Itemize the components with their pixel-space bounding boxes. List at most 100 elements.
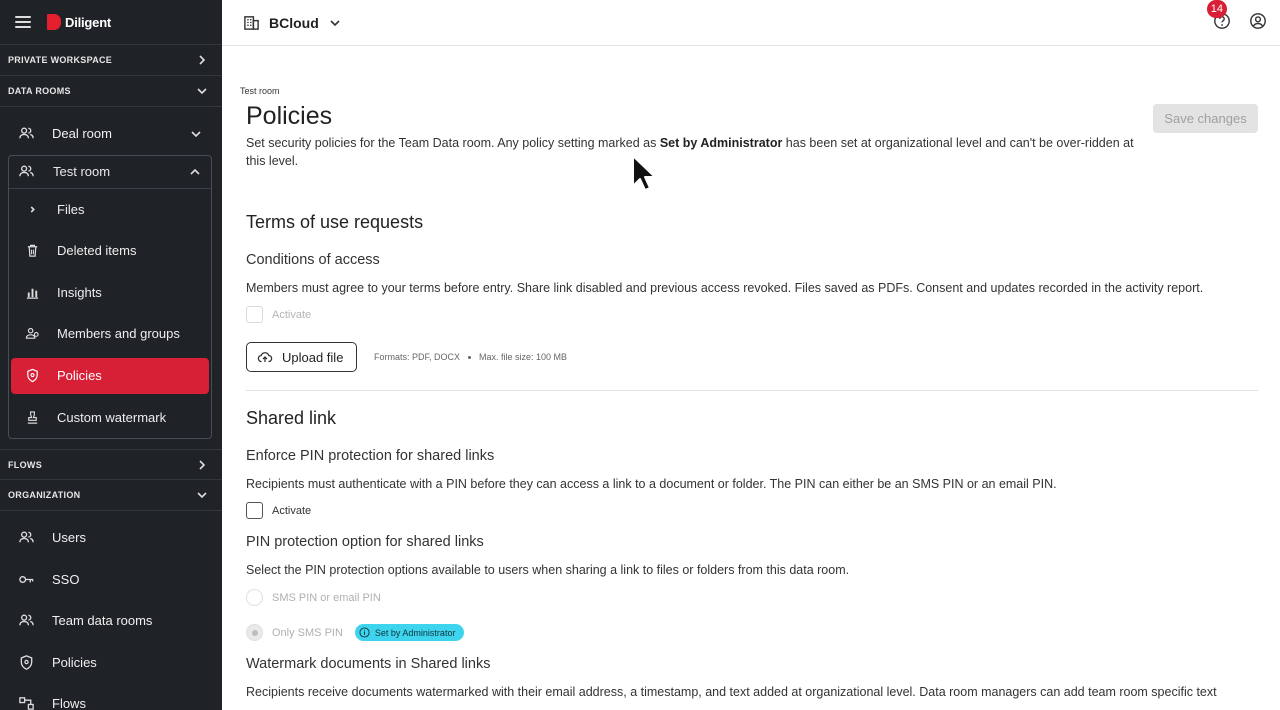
top-bar: BCloud 14: [222, 0, 1280, 46]
stamp-icon: [24, 409, 40, 425]
sidebar-item-label: Insights: [57, 284, 102, 300]
checkbox-box: [246, 306, 263, 323]
members-icon: [24, 326, 40, 342]
top-actions: 14: [1206, 0, 1267, 30]
sidebar-item-team-data-rooms[interactable]: Team data rooms: [0, 600, 222, 642]
sidebar-item-custom-watermark[interactable]: Custom watermark: [9, 397, 211, 439]
sidebar-item-label: Deleted items: [57, 243, 137, 259]
radio-sms-or-email[interactable]: SMS PIN or email PIN: [246, 589, 381, 606]
radio-label: Only SMS PIN: [272, 626, 343, 639]
logo[interactable]: Diligent: [47, 14, 111, 30]
section-data-rooms[interactable]: DATA ROOMS: [0, 76, 222, 107]
formats-text: Formats: PDF, DOCX: [374, 352, 461, 362]
sidebar-item-users[interactable]: Users: [0, 517, 222, 559]
chevron-down-icon: [197, 88, 207, 95]
sidebar-item-label: Policies: [57, 368, 102, 383]
pin-activate-checkbox[interactable]: Activate: [246, 502, 311, 519]
chevron-down-icon: [191, 131, 201, 137]
radio-label: SMS PIN or email PIN: [272, 591, 381, 604]
sidebar-item-flows[interactable]: Flows: [0, 683, 222, 710]
account-button[interactable]: [1249, 12, 1267, 30]
page-description: Set security policies for the Team Data …: [246, 134, 1146, 170]
sidebar-item-label: Custom watermark: [57, 409, 167, 425]
sidebar-item-insights[interactable]: Insights: [9, 272, 211, 314]
sidebar-item-sso[interactable]: SSO: [0, 559, 222, 601]
page-title: Policies: [246, 102, 333, 130]
enforce-pin-description: Recipients must authenticate with a PIN …: [246, 477, 1057, 491]
info-icon: [359, 627, 370, 638]
sidebar-item-label: Deal room: [52, 126, 112, 142]
chevron-right-icon: [199, 55, 206, 65]
chevron-down-icon: [197, 492, 207, 499]
file-requirements: Formats: PDF, DOCX Max. file size: 100 M…: [374, 352, 567, 362]
sidebar-item-files[interactable]: Files: [9, 189, 211, 231]
sidebar-header: Diligent: [0, 0, 222, 45]
save-changes-button[interactable]: Save changes: [1153, 104, 1258, 133]
sidebar-item-label: Flows: [52, 696, 86, 710]
badge-label: Set by Administrator: [374, 627, 456, 638]
main-content: Test room Policies Save changes Set secu…: [222, 46, 1280, 710]
watermark-description: Recipients receive documents watermarked…: [246, 685, 1217, 699]
team-icon: [17, 125, 35, 143]
intro-bold: Set by Administrator: [659, 136, 783, 150]
workspace-selector[interactable]: BCloud: [243, 14, 341, 31]
trash-icon: [24, 243, 40, 259]
radio-circle: [246, 624, 263, 641]
sidebar-item-deal-room[interactable]: Deal room: [0, 113, 222, 155]
pin-option-title: PIN protection option for shared links: [246, 534, 484, 550]
team-icon: [17, 612, 35, 630]
upload-file-button[interactable]: Upload file: [246, 342, 357, 372]
sidebar-item-label: Files: [57, 201, 85, 217]
brand-name: Diligent: [65, 14, 112, 30]
checkbox-label: Activate: [272, 504, 312, 517]
sidebar-item-policies[interactable]: Policies: [11, 357, 209, 394]
sidebar-item-label: Users: [52, 530, 86, 546]
terms-heading: Terms of use requests: [246, 212, 424, 232]
section-private-workspace[interactable]: PRIVATE WORKSPACE: [0, 45, 222, 76]
checkbox-box: [246, 502, 263, 519]
sidebar-item-label: Policies: [52, 654, 97, 670]
sidebar-item-members-and-groups[interactable]: Members and groups: [9, 313, 211, 355]
breadcrumb[interactable]: Test room: [240, 86, 280, 96]
section-flows[interactable]: FLOWS: [0, 449, 222, 480]
section-organization[interactable]: ORGANIZATION: [0, 480, 222, 511]
radio-only-sms[interactable]: Only SMS PIN Set by Administrator: [246, 624, 465, 641]
bar-chart-icon: [24, 284, 40, 300]
separator-dot: [468, 355, 472, 359]
chevron-right-icon: [24, 201, 40, 217]
workspace-name: BCloud: [269, 14, 319, 31]
sidebar-item-org-policies[interactable]: Policies: [0, 642, 222, 684]
conditions-title: Conditions of access: [246, 252, 380, 268]
user-circle-icon: [1250, 13, 1266, 29]
mouse-cursor-icon: [632, 155, 656, 191]
enforce-pin-title: Enforce PIN protection for shared links: [246, 448, 495, 464]
terms-activate-checkbox[interactable]: Activate: [246, 306, 311, 323]
cloud-upload-icon: [257, 352, 273, 363]
sidebar-item-label: SSO: [52, 571, 80, 587]
building-icon: [244, 16, 259, 30]
test-room-group: Test room Files Deleted items Insights M…: [8, 154, 212, 439]
menu-icon[interactable]: [15, 16, 31, 28]
section-label: DATA ROOMS: [8, 86, 71, 96]
diligent-logo-icon: [47, 14, 61, 30]
sidebar-item-label: Team data rooms: [52, 613, 153, 629]
shared-link-heading: Shared link: [246, 408, 337, 428]
sidebar-item-test-room[interactable]: Test room: [9, 156, 211, 189]
section-divider: [246, 390, 1258, 391]
section-label: FLOWS: [8, 459, 42, 470]
sidebar-item-deleted-items[interactable]: Deleted items: [9, 230, 211, 272]
watermark-title: Watermark documents in Shared links: [246, 656, 491, 672]
intro-text: Set security policies for the Team Data …: [246, 136, 660, 150]
help-button[interactable]: 14: [1206, 0, 1231, 30]
key-icon: [17, 570, 35, 588]
radio-circle: [246, 589, 263, 606]
sidebar-item-label: Members and groups: [57, 326, 180, 342]
sidebar: Diligent PRIVATE WORKSPACE DATA ROOMS De…: [0, 0, 222, 710]
sidebar-item-label: Test room: [53, 164, 111, 179]
upload-label: Upload file: [282, 349, 344, 365]
chevron-up-icon: [190, 168, 200, 175]
notification-badge: 14: [1206, 0, 1227, 18]
section-label: PRIVATE WORKSPACE: [8, 55, 113, 65]
pin-option-description: Select the PIN protection options availa…: [246, 563, 850, 577]
conditions-description: Members must agree to your terms before …: [246, 281, 1204, 295]
